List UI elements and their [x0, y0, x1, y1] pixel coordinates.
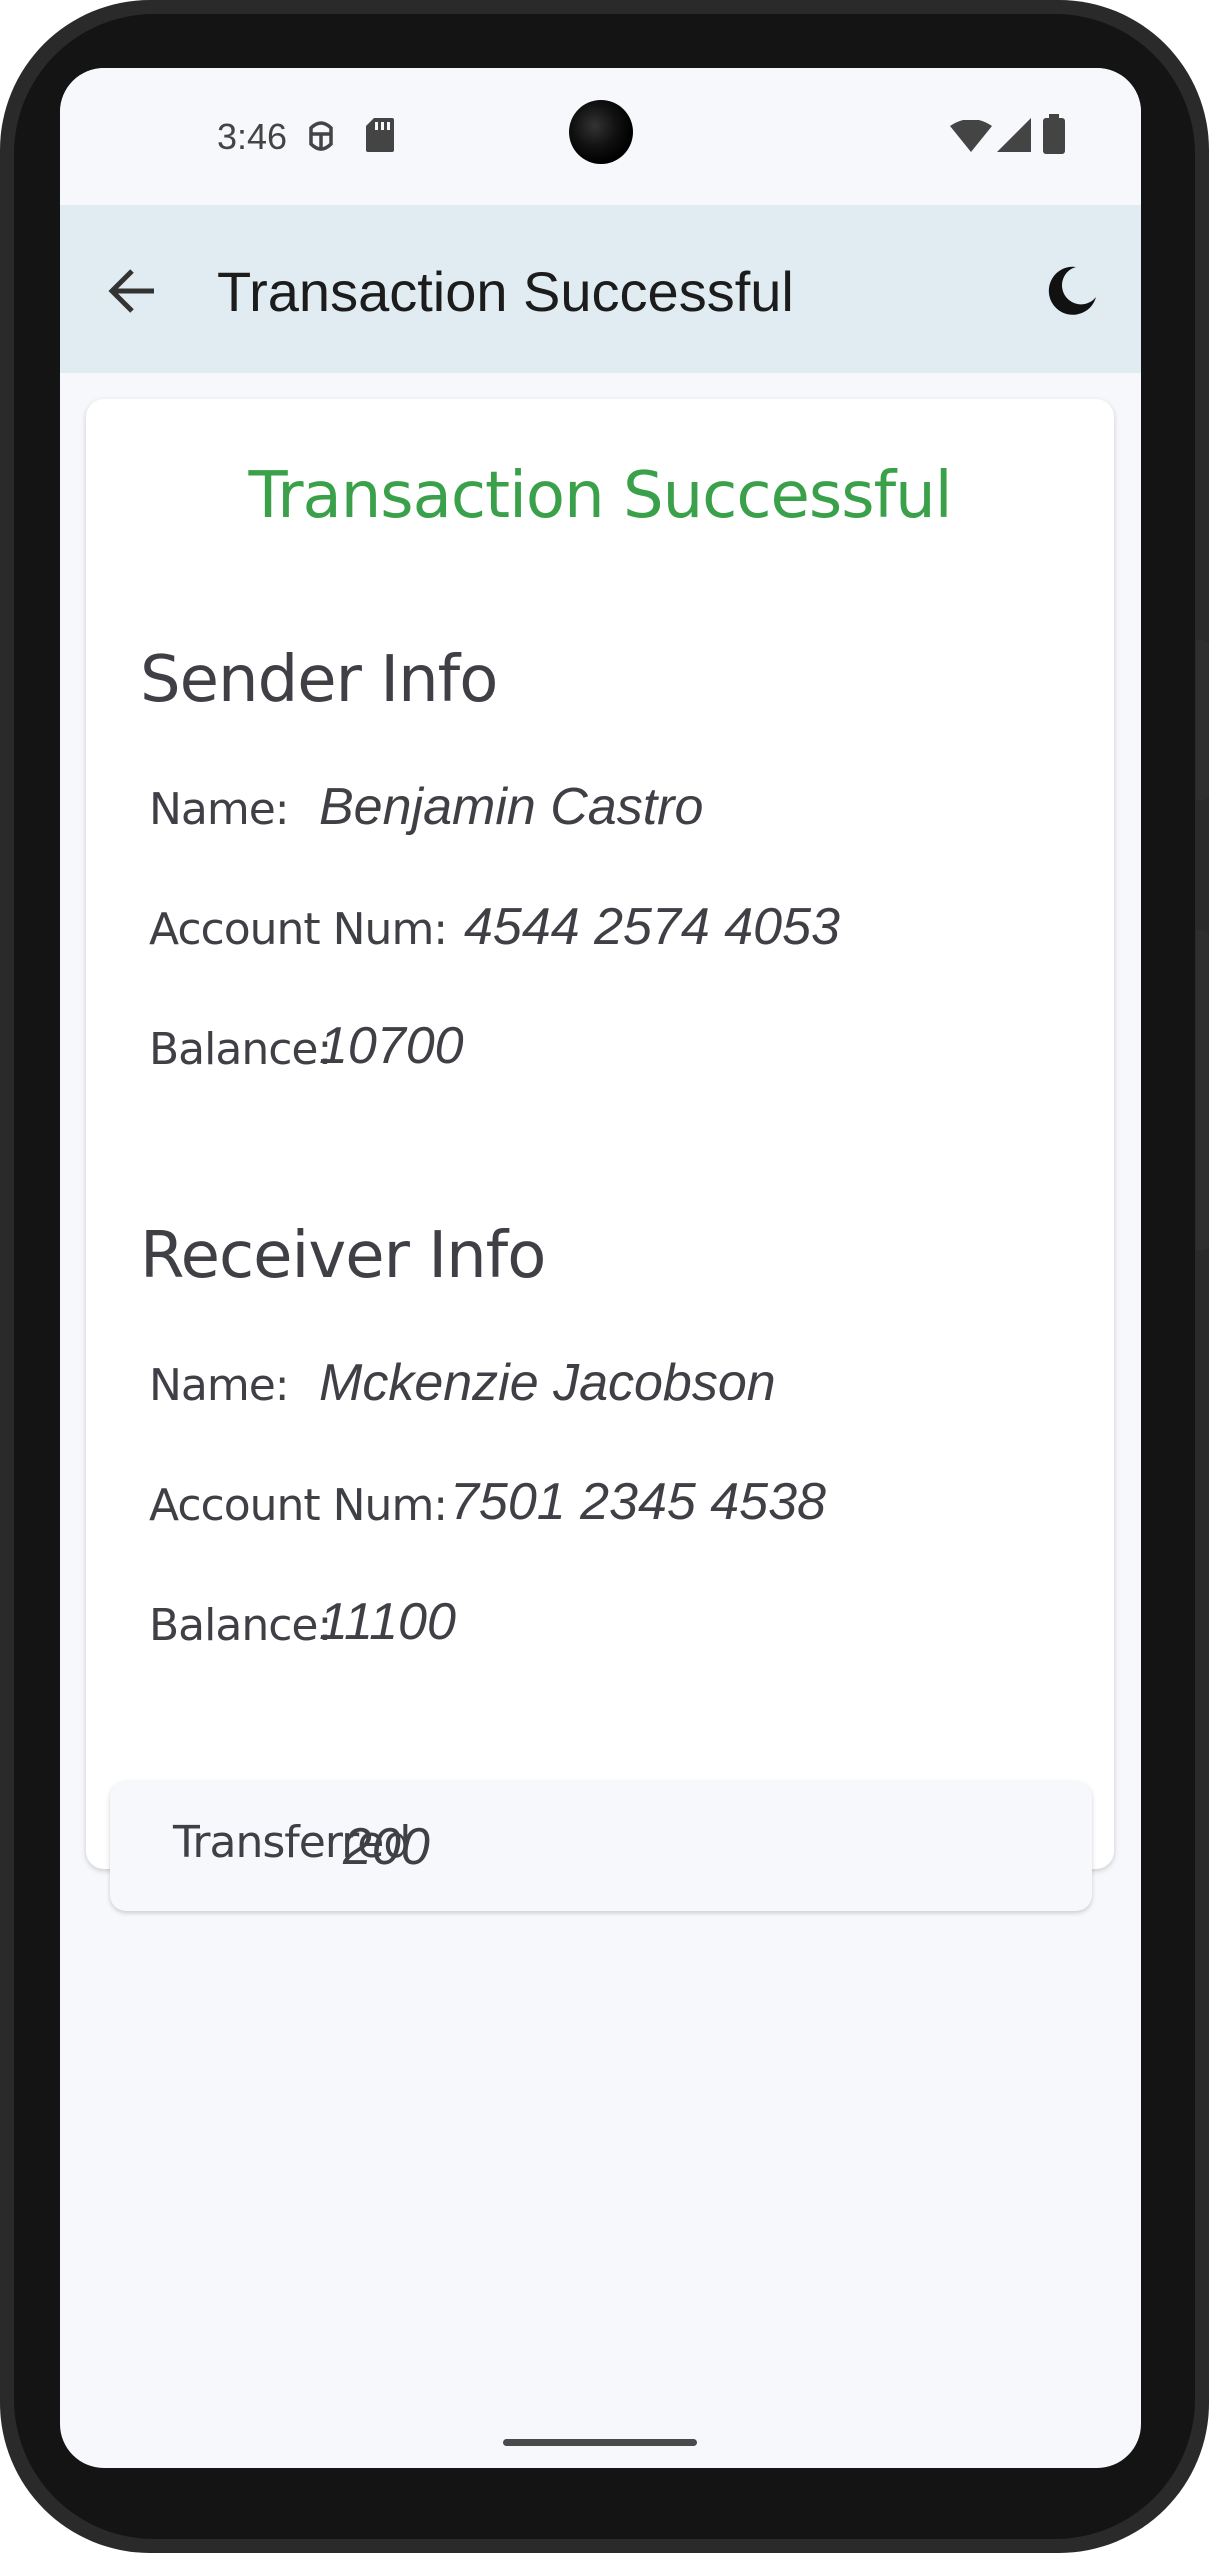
sender-name: Benjamin Castro [319, 778, 704, 836]
transaction-card: Transaction Successful Sender Info Name:… [86, 399, 1114, 1911]
receiver-account: 7501 2345 4538 [450, 1473, 826, 1531]
sender-balance-label: Balance: [149, 1024, 332, 1075]
transferred-amount: 200 [343, 1818, 430, 1876]
sender-account-label: Account Num: [149, 904, 448, 955]
receiver-account-label: Account Num: [149, 1480, 448, 1531]
front-camera [569, 100, 633, 164]
status-time: 3:46 [217, 116, 288, 157]
receiver-name-label: Name: [149, 1360, 290, 1411]
sender-balance: 10700 [319, 1017, 464, 1075]
sd-card-icon [366, 118, 394, 152]
sender-heading: Sender Info [140, 643, 498, 717]
gesture-nav-handle[interactable] [503, 2439, 697, 2446]
receiver-name: Mckenzie Jacobson [319, 1354, 776, 1412]
moon-icon[interactable] [1046, 263, 1100, 317]
status-bar: 3:46 [60, 68, 1141, 205]
debug-icon [309, 121, 333, 151]
battery-icon [1043, 114, 1065, 154]
power-button [1196, 640, 1209, 800]
page-title: Transaction Successful [217, 260, 794, 323]
receiver-heading: Receiver Info [140, 1219, 546, 1293]
transfer-summary: Transferred 200 [110, 1781, 1092, 1911]
sender-account: 4544 2574 4053 [464, 898, 840, 956]
receiver-balance-label: Balance: [149, 1600, 332, 1651]
app-bar: Transaction Successful [60, 205, 1141, 373]
signal-icon [997, 118, 1031, 152]
arrow-left-icon[interactable] [104, 263, 160, 319]
success-title: Transaction Successful [248, 459, 953, 533]
receiver-balance: 11100 [319, 1593, 456, 1651]
wifi-icon [950, 120, 992, 152]
screen: 3:46 Transaction Successful Transaction … [60, 68, 1141, 2468]
sender-name-label: Name: [149, 784, 290, 835]
volume-button [1196, 930, 1209, 1250]
